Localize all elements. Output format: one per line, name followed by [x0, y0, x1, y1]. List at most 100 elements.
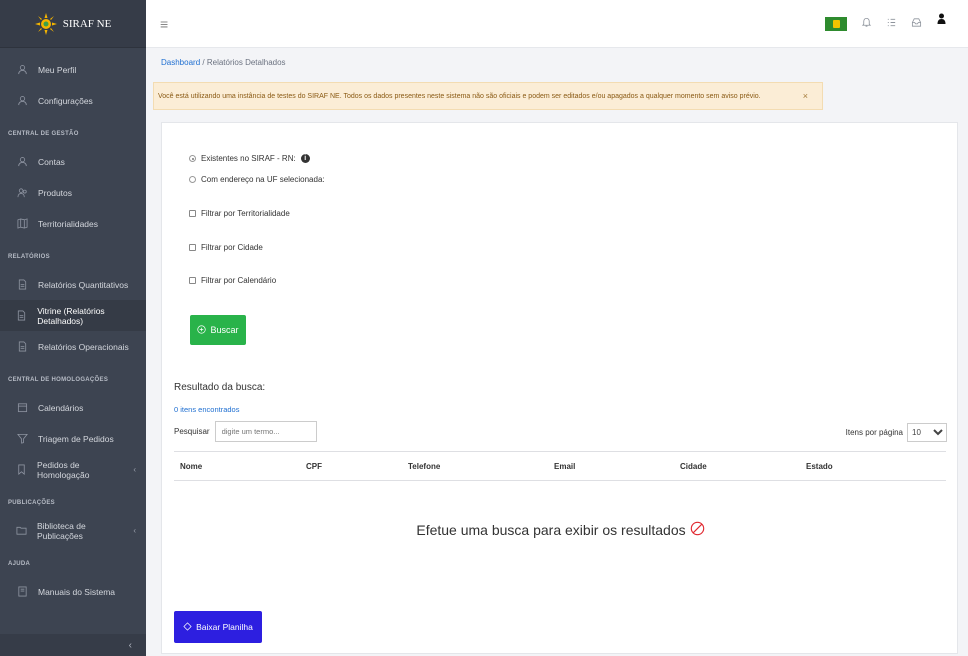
brand-name: SIRAF NE — [62, 17, 112, 30]
document-icon — [16, 310, 27, 322]
avatar[interactable] — [936, 13, 954, 35]
folder-icon — [16, 525, 27, 537]
sidebar-item-label: Territorialidades — [38, 218, 98, 229]
list-icon[interactable] — [886, 17, 897, 30]
user-icon — [16, 156, 28, 168]
filter-calendar-option[interactable]: Filtrar por Calendário — [189, 276, 276, 285]
bell-icon[interactable] — [861, 17, 872, 30]
column-header-email[interactable]: Email — [554, 462, 575, 471]
search-button-label: Buscar — [210, 325, 239, 335]
chevron-left-icon: ‹ — [133, 526, 136, 535]
results-search: Pesquisar — [174, 421, 317, 442]
sidebar-section-title: PUBLICAÇÕES — [8, 500, 55, 506]
radio-address-label: Com endereço na UF selecionada: — [201, 175, 325, 184]
filter-city-checkbox[interactable] — [189, 244, 196, 251]
sidebar-item-vitrine-relatorios-detalhados[interactable]: Vitrine (Relatórios Detalhados) — [0, 300, 146, 331]
breadcrumb-separator: / — [202, 58, 205, 67]
empty-results-message: Efetue uma busca para exibir os resultad… — [162, 521, 959, 539]
sidebar-item-meu-perfil[interactable]: Meu Perfil — [0, 54, 146, 85]
filter-territory-checkbox[interactable] — [189, 210, 196, 217]
column-header-cidade[interactable]: Cidade — [680, 462, 707, 471]
filter-city-option[interactable]: Filtrar por Cidade — [189, 243, 263, 252]
book-icon — [16, 586, 28, 598]
sidebar-section-title: CENTRAL DE HOMOLOGAÇÕES — [8, 377, 109, 383]
bookmark-icon — [16, 464, 27, 476]
chevron-left-icon: ‹ — [128, 639, 132, 651]
state-flag-icon[interactable] — [825, 16, 847, 31]
breadcrumb: Dashboard / Relatórios Detalhados — [161, 58, 286, 67]
sidebar-item-produtos[interactable]: Produtos — [0, 177, 146, 208]
per-page-control: Itens por página 10 — [846, 423, 947, 442]
inbox-icon[interactable] — [911, 17, 922, 30]
column-header-telefone[interactable]: Telefone — [408, 462, 440, 471]
radio-address[interactable] — [189, 176, 196, 183]
sidebar-section-title: AJUDA — [8, 561, 31, 567]
results-table-header: Nome CPF Telefone Email Cidade Estado — [174, 451, 946, 481]
breadcrumb-home-link[interactable]: Dashboard — [161, 58, 200, 67]
menu-toggle-icon[interactable]: ≡ — [160, 16, 168, 32]
per-page-select[interactable]: 10 — [907, 423, 947, 442]
filter-calendar-label: Filtrar por Calendário — [201, 276, 277, 285]
sidebar-item-label: Relatórios Operacionais — [38, 341, 129, 352]
results-count: 0 itens encontrados — [174, 405, 240, 414]
alert-text: Você está utilizando uma instância de te… — [158, 92, 761, 100]
filter-icon — [16, 433, 28, 445]
sidebar-item-manuais-do-sistema[interactable]: Manuais do Sistema — [0, 576, 146, 607]
sidebar-item-label: Configurações — [38, 95, 93, 106]
user-icon — [16, 95, 28, 107]
document-icon — [16, 341, 28, 353]
filter-territory-option[interactable]: Filtrar por Territorialidade — [189, 209, 290, 218]
chevron-left-icon: ‹ — [133, 465, 136, 474]
sidebar-item-pedidos-de-homologacao[interactable]: Pedidos de Homologação ‹ — [0, 454, 146, 485]
sidebar-item-label: Biblioteca de Publicações — [37, 520, 86, 541]
radio-existing[interactable] — [189, 155, 196, 162]
sidebar-item-label: Manuais do Sistema — [38, 586, 116, 597]
user-icon — [16, 64, 28, 76]
radio-existing-option[interactable]: Existentes no SIRAF - RN: i — [189, 154, 310, 163]
sidebar-item-label: Triagem de Pedidos — [38, 433, 114, 444]
radio-address-option[interactable]: Com endereço na UF selecionada: — [189, 175, 325, 184]
sidebar-item-biblioteca-de-publicacoes[interactable]: Biblioteca de Publicações ‹ — [0, 515, 146, 546]
column-header-nome[interactable]: Nome — [180, 462, 202, 471]
per-page-label: Itens por página — [845, 428, 903, 437]
filter-calendar-checkbox[interactable] — [189, 277, 196, 284]
sidebar-section-title: RELATÓRIOS — [8, 254, 50, 260]
column-header-estado[interactable]: Estado — [806, 462, 833, 471]
sidebar-item-relatorios-operacionais[interactable]: Relatórios Operacionais — [0, 331, 146, 362]
sidebar-item-relatorios-quantitativos[interactable]: Relatórios Quantitativos — [0, 269, 146, 300]
sidebar: SIRAF NE Meu Perfil Configurações CENTRAL … — [0, 0, 146, 656]
sidebar-item-label: Contas — [38, 156, 65, 167]
sidebar-item-label: Calendários — [38, 402, 84, 413]
search-input[interactable] — [214, 421, 317, 442]
empty-results-text: Efetue uma busca para exibir os resultad… — [416, 522, 686, 538]
sidebar-collapse-button[interactable]: ‹ — [0, 634, 146, 656]
download-button-label: Baixar Planilha — [196, 622, 253, 632]
sidebar-item-contas[interactable]: Contas — [0, 146, 146, 177]
filter-city-label: Filtrar por Cidade — [201, 243, 263, 252]
breadcrumb-current: Relatórios Detalhados — [206, 58, 286, 67]
brand[interactable]: SIRAF NE — [0, 0, 146, 48]
search-label: Pesquisar — [174, 427, 210, 436]
info-icon[interactable]: i — [300, 154, 310, 163]
sidebar-item-label: Relatórios Quantitativos — [38, 279, 129, 290]
report-card: Existentes no SIRAF - RN: i Com endereço… — [161, 122, 958, 654]
alert-close-button[interactable]: × — [803, 91, 808, 101]
test-instance-alert: Você está utilizando uma instância de te… — [153, 82, 823, 110]
sidebar-item-label: Pedidos de Homologação — [37, 459, 90, 480]
download-spreadsheet-button[interactable]: Baixar Planilha — [174, 611, 262, 643]
sidebar-item-configuracoes[interactable]: Configurações — [0, 85, 146, 116]
download-icon — [183, 621, 192, 633]
column-header-cpf[interactable]: CPF — [306, 462, 322, 471]
sidebar-item-label: Vitrine (Relatórios Detalhados) — [37, 305, 105, 326]
sidebar-item-triagem-de-pedidos[interactable]: Triagem de Pedidos — [0, 423, 146, 454]
topbar: ≡ — [146, 0, 968, 48]
prohibited-icon — [690, 521, 705, 539]
sidebar-section-title: CENTRAL DE GESTÃO — [8, 131, 79, 137]
map-icon — [16, 218, 28, 230]
sidebar-item-territorialidades[interactable]: Territorialidades — [0, 208, 146, 239]
sun-logo-icon — [34, 12, 57, 35]
radio-existing-label: Existentes no SIRAF - RN: — [201, 154, 296, 163]
sidebar-item-label: Produtos — [38, 187, 73, 198]
search-button[interactable]: Buscar — [190, 315, 246, 345]
sidebar-item-calendarios[interactable]: Calendários — [0, 392, 146, 423]
